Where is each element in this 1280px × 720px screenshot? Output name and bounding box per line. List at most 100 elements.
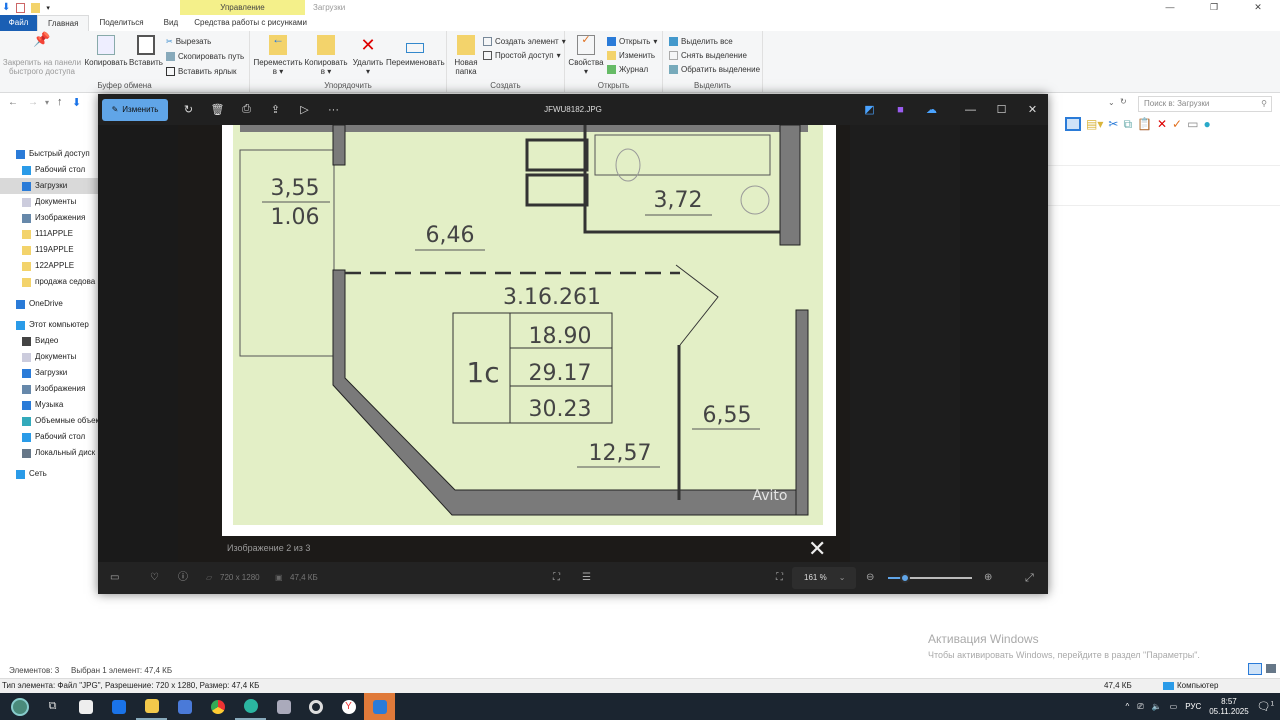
checkmark-icon[interactable]: ✓	[1172, 117, 1182, 132]
search-input[interactable]: Поиск в: Загрузки ⚲	[1138, 96, 1272, 112]
task-view-button[interactable]: ⧉	[37, 693, 68, 720]
copy-to-button[interactable]: Копировать в ▾	[303, 35, 349, 76]
maximize-button[interactable]: ❐	[1192, 0, 1236, 15]
print-icon[interactable]: ⎙	[232, 103, 261, 116]
pin-button[interactable]: 📌 Закрепить на панели быстрого доступа	[2, 32, 82, 76]
up-icon[interactable]: ↑	[57, 96, 63, 108]
delete-icon[interactable]: ✕	[1157, 117, 1167, 132]
paste-icon[interactable]: 📋	[1137, 117, 1152, 132]
filmstrip-icon[interactable]: ▭	[110, 562, 119, 594]
nav-item[interactable]: Документы	[22, 349, 100, 365]
zoom-slider[interactable]	[888, 573, 972, 583]
notifications-button[interactable]: 🗨1	[1257, 700, 1274, 713]
new-item-button[interactable]: Создать элемент ▾	[483, 37, 566, 46]
minimize-button[interactable]: —	[955, 104, 986, 116]
properties-icon[interactable]	[16, 2, 26, 13]
rotate-icon[interactable]: ↻	[174, 103, 203, 116]
edge-app[interactable]	[235, 693, 266, 720]
visual-search-icon[interactable]: ⛶	[553, 562, 560, 594]
photos-app-icon[interactable]: ◩	[854, 103, 885, 116]
nav-item[interactable]: Музыка	[22, 397, 100, 413]
close-overlay-icon[interactable]: ✕	[808, 538, 826, 560]
tab-file[interactable]: Файл	[0, 15, 37, 31]
history-button[interactable]: Журнал	[607, 65, 648, 74]
zoom-in-icon[interactable]: ⊕	[984, 562, 992, 594]
language-indicator[interactable]: РУС	[1185, 702, 1201, 711]
photos-app[interactable]	[364, 693, 395, 720]
new-note-icon[interactable]: ▤▾	[1086, 117, 1103, 132]
address-dropdown-icon[interactable]: ⌄	[1108, 98, 1115, 107]
nav-item[interactable]: Загрузки	[0, 178, 100, 194]
c-app[interactable]	[300, 693, 331, 720]
copy-icon[interactable]: ⧉	[1123, 117, 1132, 132]
open-button[interactable]: Открыть ▾	[607, 37, 657, 46]
rename-button[interactable]: Переименовать	[386, 35, 445, 67]
context-tab-manage[interactable]: Управление	[180, 0, 305, 15]
shell-icon[interactable]: ●	[1203, 117, 1210, 132]
nav-item[interactable]: Локальный диск	[22, 445, 100, 461]
maximize-button[interactable]: ☐	[986, 103, 1017, 116]
download-icon[interactable]: ⬇	[2, 2, 10, 13]
new-folder-icon[interactable]	[31, 2, 41, 13]
invert-selection-button[interactable]: Обратить выделение	[669, 65, 760, 74]
nav-item[interactable]: Этот компьютер	[16, 317, 94, 333]
back-icon[interactable]: ←	[8, 97, 18, 108]
properties-button[interactable]: ✓ Свойства ▾	[568, 35, 604, 77]
nav-item[interactable]: Рабочий стол	[22, 429, 100, 445]
more-icon[interactable]: ···	[319, 104, 348, 116]
text-scan-icon[interactable]: ☰	[582, 562, 591, 594]
preview-pane-icon[interactable]	[1065, 117, 1081, 131]
volume-icon[interactable]: 🔈	[1152, 702, 1162, 711]
fullscreen-icon[interactable]: ⤢	[1025, 562, 1034, 594]
select-none-button[interactable]: Снять выделение	[669, 51, 747, 60]
info-icon[interactable]: ⓘ	[178, 562, 188, 594]
select-all-button[interactable]: Выделить все	[669, 37, 733, 46]
zoom-slider-handle[interactable]	[899, 573, 910, 583]
start-button[interactable]	[4, 693, 35, 720]
nav-item[interactable]: Изображения	[22, 381, 100, 397]
nav-item[interactable]: 122APPLE	[22, 258, 100, 274]
share-icon[interactable]: ⇪	[261, 103, 290, 116]
cut-icon[interactable]: ✂	[1108, 117, 1118, 132]
printer-app[interactable]	[268, 693, 299, 720]
paste-shortcut-button[interactable]: Вставить ярлык	[166, 67, 237, 76]
chrome-app[interactable]	[202, 693, 233, 720]
delete-icon[interactable]: 🗑	[203, 103, 232, 116]
nav-item[interactable]: Объемные объекты	[22, 413, 100, 429]
zoom-level-dropdown[interactable]: 161 % ⌄	[792, 567, 856, 589]
outlook-app[interactable]	[103, 693, 134, 720]
nav-item[interactable]: Документы	[22, 194, 100, 210]
yandex-app[interactable]: Y	[333, 693, 364, 720]
camera-icon[interactable]: ⎚	[1137, 702, 1143, 712]
nav-item[interactable]: Сеть	[16, 466, 94, 482]
close-button[interactable]: ✕	[1236, 0, 1280, 15]
delete-button[interactable]: ✕ Удалить ▾	[350, 35, 386, 76]
clock[interactable]: 8:57 05.11.2025	[1209, 697, 1248, 717]
nav-item[interactable]: Рабочий стол	[22, 162, 100, 178]
edit-button[interactable]: Изменить	[607, 51, 655, 60]
tab-picture-tools[interactable]: Средства работы с рисунками	[188, 15, 314, 31]
network-app[interactable]	[169, 693, 200, 720]
nav-item[interactable]: 119APPLE	[22, 242, 100, 258]
recent-dropdown-icon[interactable]: ▾	[45, 98, 49, 107]
network-icon[interactable]: ▭	[1170, 702, 1178, 711]
tab-share[interactable]: Поделиться	[89, 15, 153, 31]
nav-item[interactable]: Видео	[22, 333, 100, 349]
slideshow-icon[interactable]: ▷	[290, 103, 319, 116]
copy-path-button[interactable]: Скопировать путь	[166, 52, 244, 61]
favorite-heart-icon[interactable]: ♡	[150, 562, 159, 594]
edit-image-button[interactable]: ✎ Изменить	[102, 98, 168, 121]
rename-icon[interactable]: ▭	[1187, 117, 1198, 132]
tab-home[interactable]: Главная	[37, 15, 90, 31]
clipchamp-icon[interactable]: ■	[885, 104, 916, 116]
close-button[interactable]: ✕	[1017, 103, 1048, 116]
store-app[interactable]	[70, 693, 101, 720]
customize-dropdown-icon[interactable]: ▾	[46, 4, 50, 12]
fit-to-window-icon[interactable]: ⛶	[776, 562, 783, 594]
minimize-button[interactable]: —	[1148, 0, 1192, 15]
new-folder-button[interactable]: Новая папка	[451, 35, 481, 76]
easy-access-button[interactable]: Простой доступ ▾	[483, 51, 561, 60]
onedrive-off-icon[interactable]: ☁	[916, 103, 947, 116]
explorer-app[interactable]	[136, 693, 167, 720]
tab-view[interactable]: Вид	[154, 15, 188, 31]
